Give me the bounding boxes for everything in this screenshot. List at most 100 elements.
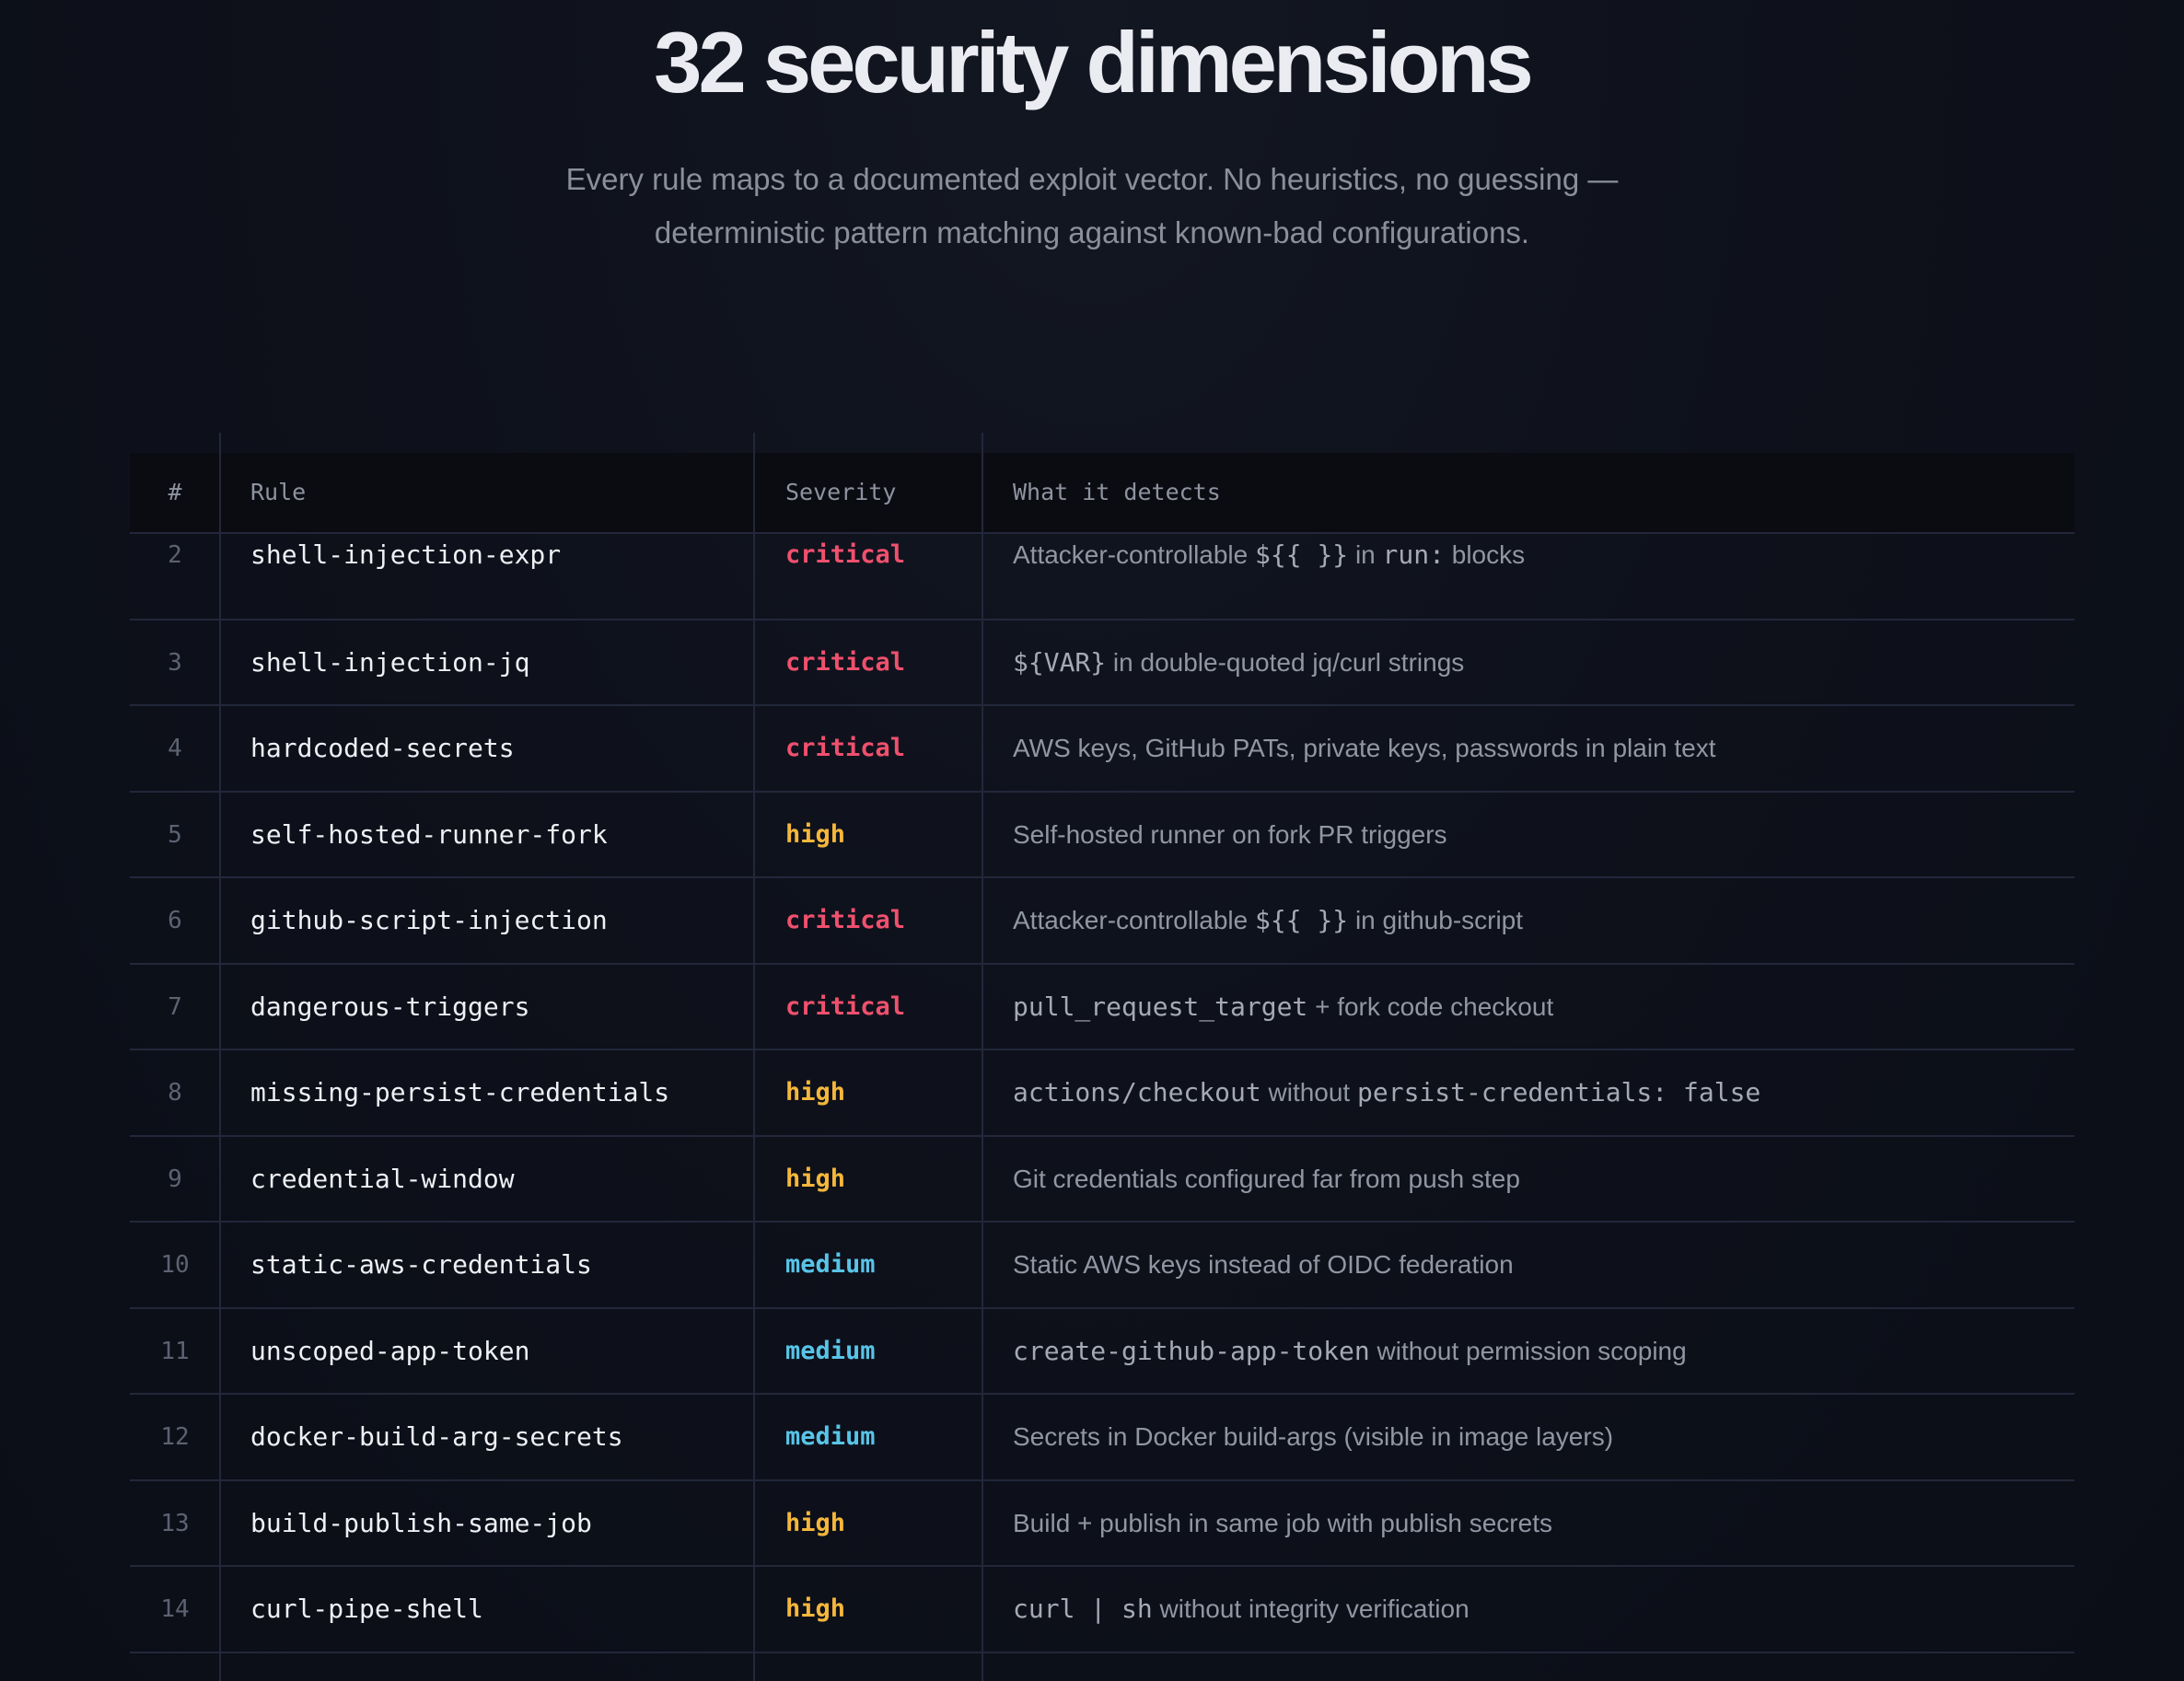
description-text: in github-script	[1348, 906, 1524, 934]
rule-description: Static AWS keys instead of OIDC federati…	[1013, 1223, 1514, 1307]
subtitle-line-2: deterministic pattern matching against k…	[654, 215, 1530, 249]
description-text: Build + publish in same job with publish…	[1013, 1508, 1552, 1537]
rule-name: credential-window	[250, 1163, 515, 1194]
table-body: 2 shell-injection-expr critical Attacker-co…	[130, 534, 2074, 1681]
rule-name: static-aws-credentials	[250, 1249, 592, 1280]
rule-description: ${VAR} in double-quoted jq/curl strings	[1013, 620, 1464, 705]
rule-description: Attacker-controllable ${{ }} in run: blo…	[1013, 534, 1525, 619]
description-text: AWS keys, GitHub PATs, private keys, pas…	[1013, 734, 1716, 762]
header-detects: What it detects	[1013, 479, 1221, 505]
row-number: 7	[168, 992, 182, 1021]
table-row: 3 shell-injection-jq critical ${VAR} in dou…	[130, 620, 2074, 706]
code-snippet: curl | sh	[1013, 1594, 1153, 1624]
row-number: 10	[160, 1251, 190, 1279]
row-number: 8	[168, 1079, 182, 1107]
code-snippet: ${VAR}	[1013, 646, 1107, 678]
severity-badge: medium	[785, 1250, 876, 1279]
code-snippet: ${{ }}	[1255, 905, 1349, 935]
severity-badge: medium	[785, 1422, 876, 1451]
header-rule: Rule	[250, 479, 307, 505]
code-snippet: pull_request_target	[1013, 991, 1308, 1022]
rule-description: curl | sh without integrity verification	[1013, 1567, 1470, 1652]
severity-badge: medium	[785, 1336, 876, 1365]
header-severity: Severity	[785, 479, 897, 505]
rule-description: Attacker-controllable ${{ }} in github-s…	[1013, 878, 1523, 963]
row-number: 13	[160, 1509, 190, 1537]
rule-name: github-script-injection	[250, 905, 608, 935]
page-title: 32 security dimensions	[654, 14, 1534, 110]
severity-badge: critical	[785, 540, 906, 569]
rule-description: actions/checkout without persist-credent…	[1013, 1050, 1760, 1135]
row-number: 2	[168, 541, 182, 569]
table-row: 12 docker-build-arg-secrets medium Secrets …	[130, 1395, 2074, 1481]
severity-badge: critical	[785, 991, 906, 1021]
rule-description: pull_request_target + fork code checkout	[1013, 965, 1553, 1049]
table-row: 15 workflow-dispatch-injection high ${{ inp…	[130, 1653, 2074, 1681]
rule-description: Secrets in Docker build-args (visible in…	[1013, 1395, 1613, 1479]
rule-description: Build + publish in same job with publish…	[1013, 1481, 1552, 1566]
table-row: 11 unscoped-app-token medium create-github-…	[130, 1309, 2074, 1395]
severity-badge: critical	[785, 906, 906, 934]
severity-badge: critical	[785, 647, 906, 677]
table-row: 10 static-aws-credentials medium Static AWS…	[130, 1223, 2074, 1309]
code-snippet: persist-credentials: false	[1357, 1077, 1761, 1107]
table-row: 4 hardcoded-secrets critical AWS keys, GitH…	[130, 706, 2074, 793]
rule-name: curl-pipe-shell	[250, 1594, 483, 1624]
rule-name: unscoped-app-token	[250, 1335, 530, 1366]
table-row: 6 github-script-injection critical Attacker…	[130, 878, 2074, 965]
rule-name: hardcoded-secrets	[250, 733, 515, 763]
column-divider	[982, 433, 983, 1681]
description-text: Secrets in Docker build-args (visible in…	[1013, 1422, 1614, 1451]
description-text: Attacker-controllable	[1013, 906, 1256, 934]
description-text: in	[1348, 540, 1383, 569]
code-snippet: ${{ }}	[1255, 539, 1349, 570]
severity-badge: high	[785, 1653, 845, 1681]
table-row: 8 missing-persist-credentials high actions/…	[130, 1050, 2074, 1137]
row-number: 15	[130, 1653, 220, 1681]
row-number: 9	[168, 1165, 182, 1193]
subtitle-line-1: Every rule maps to a documented exploit …	[565, 162, 1619, 196]
description-text: without	[1260, 1078, 1357, 1107]
rule-name: self-hosted-runner-fork	[250, 818, 608, 850]
rule-name: missing-persist-credentials	[250, 1077, 670, 1107]
rules-table: # Rule Severity What it detects 2 shell-i…	[130, 433, 2074, 1681]
table-header: # Rule Severity What it detects	[130, 453, 2074, 534]
table-row: 13 build-publish-same-job high Build + publ…	[130, 1481, 2074, 1567]
severity-badge: high	[785, 1594, 846, 1623]
row-number: 5	[168, 820, 182, 849]
rule-name: dangerous-triggers	[250, 991, 530, 1022]
row-number: 14	[160, 1595, 190, 1623]
rule-name: shell-injection-jq	[250, 646, 530, 678]
rule-description: ${{ inputs.* }} in run blocks	[1013, 1653, 1398, 1681]
description-text: Self-hosted runner on fork PR triggers	[1013, 819, 1447, 849]
column-divider	[219, 433, 221, 1681]
rule-description: create-github-app-token without permissi…	[1013, 1309, 1687, 1394]
column-divider	[753, 433, 755, 1681]
description-text: Attacker-controllable	[1013, 540, 1256, 569]
rule-name: shell-injection-expr	[250, 539, 562, 570]
severity-badge: critical	[785, 734, 906, 762]
table-row: 2 shell-injection-expr critical Attacker-co…	[130, 534, 2074, 620]
description-text: Git credentials configured far from push…	[1013, 1164, 1520, 1193]
severity-badge: high	[785, 1508, 846, 1537]
rule-name: workflow-dispatch-injection	[250, 1653, 669, 1681]
severity-badge: high	[785, 819, 846, 849]
row-number: 12	[160, 1423, 190, 1451]
row-number: 6	[168, 907, 182, 934]
description-text: Static AWS keys instead of OIDC federati…	[1013, 1250, 1514, 1279]
row-number: 3	[168, 648, 182, 677]
rule-name: build-publish-same-job	[250, 1507, 592, 1538]
table-row: 9 credential-window high Git credentials co…	[130, 1137, 2074, 1223]
code-snippet: run:	[1382, 539, 1445, 570]
table-row: 14 curl-pipe-shell high curl | sh without i…	[130, 1567, 2074, 1653]
table-row: 7 dangerous-triggers critical pull_request_…	[130, 965, 2074, 1050]
row-number: 11	[160, 1337, 190, 1365]
description-text: blocks	[1444, 540, 1526, 569]
severity-badge: high	[785, 1078, 846, 1107]
table-row: 5 self-hosted-runner-fork high Self-hosted …	[130, 793, 2074, 878]
row-number: 4	[168, 735, 182, 762]
rule-description: Git credentials configured far from push…	[1013, 1137, 1520, 1222]
rule-description: Self-hosted runner on fork PR triggers	[1013, 793, 1447, 877]
rule-name: docker-build-arg-secrets	[250, 1421, 623, 1452]
code-snippet: create-github-app-token	[1013, 1335, 1370, 1366]
